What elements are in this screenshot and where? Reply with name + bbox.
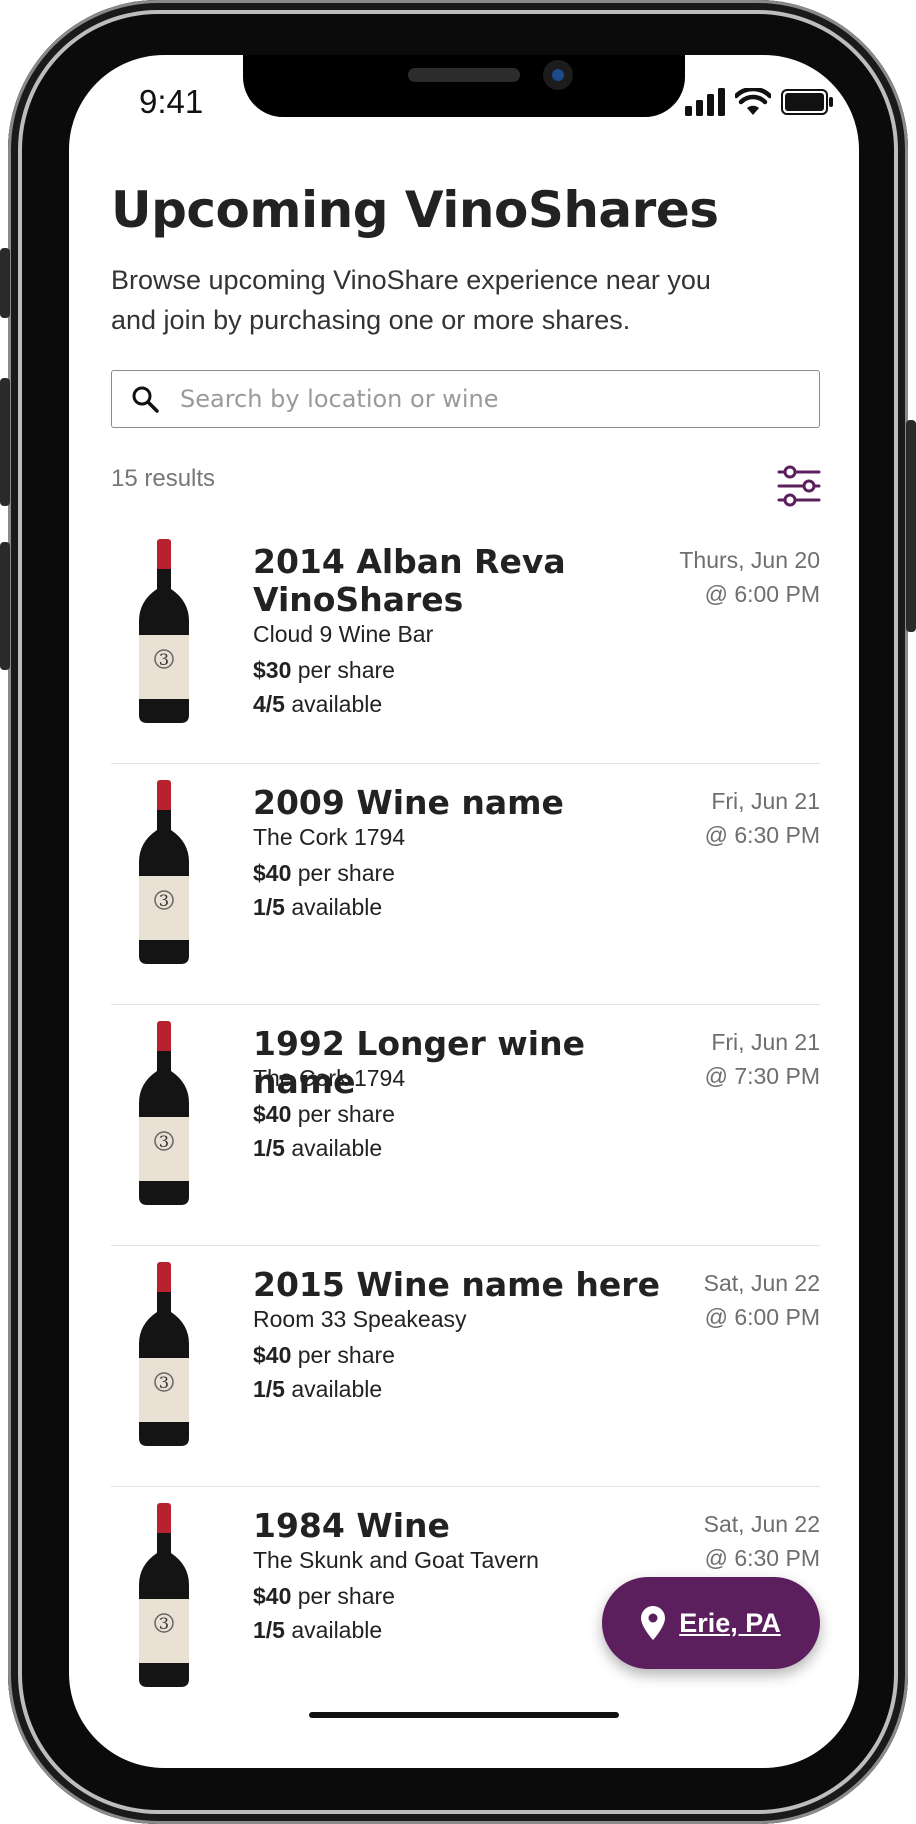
svg-text:3: 3: [159, 891, 169, 910]
available-count: 1/5: [253, 1376, 285, 1402]
price: $40: [253, 1583, 292, 1609]
svg-text:3: 3: [159, 650, 169, 669]
search-box[interactable]: [111, 370, 820, 428]
list-item[interactable]: 3 2009 Wine name The Cork 1794 $40 per s…: [111, 764, 820, 1005]
event-datetime: Thurs, Jun 20 @ 6:00 PM: [679, 543, 820, 611]
event-time: @ 6:00 PM: [704, 581, 820, 607]
event-date: Fri, Jun 21: [711, 788, 820, 814]
event-datetime: Fri, Jun 21 @ 6:30 PM: [705, 784, 820, 852]
available-count: 1/5: [253, 1617, 285, 1643]
camera: [543, 60, 573, 90]
location-label: Erie, PA: [679, 1607, 781, 1638]
filter-icon[interactable]: [777, 465, 821, 507]
notch: [243, 55, 685, 117]
home-indicator[interactable]: [309, 1712, 619, 1718]
price: $40: [253, 1101, 292, 1127]
results-count: 15 results: [111, 465, 216, 492]
wine-name: 2009 Wine name: [253, 783, 564, 822]
vinoshare-list: 3 2014 Alban Reva VinoShares Cloud 9 Win…: [111, 523, 820, 1728]
list-item[interactable]: 3 2014 Alban Reva VinoShares Cloud 9 Win…: [111, 523, 820, 764]
battery-icon: [781, 89, 833, 115]
event-date: Fri, Jun 21: [711, 1029, 820, 1055]
list-item[interactable]: 3 2015 Wine name here Room 33 Speakeasy …: [111, 1246, 820, 1487]
wifi-icon: [735, 88, 771, 115]
event-date: Sat, Jun 22: [703, 1511, 820, 1537]
wine-name: 2014 Alban Reva VinoShares: [253, 542, 566, 619]
price-suffix: per share: [297, 657, 395, 683]
event-datetime: Sat, Jun 22 @ 6:00 PM: [704, 1266, 820, 1334]
price-line: $40 per share: [253, 1583, 395, 1610]
available-suffix: available: [291, 691, 383, 717]
screen: 9:41 Upcoming VinoShares Browse upcoming…: [69, 55, 859, 1768]
location-button[interactable]: Erie, PA: [602, 1577, 820, 1669]
volume-down-button: [0, 542, 10, 670]
location-pin-icon: [641, 1606, 666, 1640]
page-subtitle: Browse upcoming VinoShare experience nea…: [111, 265, 711, 335]
venue: Room 33 Speakeasy: [253, 1306, 467, 1332]
power-button: [906, 420, 916, 632]
availability-line: 1/5 available: [253, 1376, 382, 1403]
venue: The Skunk and Goat Tavern: [253, 1547, 539, 1573]
price-line: $40 per share: [253, 1101, 395, 1128]
availability-line: 1/5 available: [253, 1135, 382, 1162]
svg-text:3: 3: [159, 1132, 169, 1151]
svg-text:3: 3: [159, 1373, 169, 1392]
status-icons: [685, 88, 833, 116]
status-time: 9:41: [139, 83, 204, 120]
search-icon: [132, 386, 159, 413]
available-count: 1/5: [253, 1135, 285, 1161]
price-line: $40 per share: [253, 1342, 395, 1369]
availability-line: 1/5 available: [253, 894, 382, 921]
price-suffix: per share: [297, 1583, 395, 1609]
available-count: 1/5: [253, 894, 285, 920]
event-time: @ 6:30 PM: [704, 1545, 820, 1571]
speaker: [408, 68, 520, 82]
venue: The Cork 1794: [253, 1065, 406, 1091]
signal-icon: [685, 88, 725, 116]
event-date: Thurs, Jun 20: [679, 547, 820, 573]
availability-line: 1/5 available: [253, 1617, 382, 1644]
price-line: $40 per share: [253, 860, 395, 887]
venue: The Cork 1794: [253, 824, 406, 850]
availability-line: 4/5 available: [253, 691, 382, 718]
available-suffix: available: [291, 1617, 383, 1643]
silent-switch: [0, 248, 10, 318]
price: $30: [253, 657, 292, 683]
volume-up-button: [0, 378, 10, 506]
wine-name: 1984 Wine: [253, 1506, 450, 1545]
event-datetime: Fri, Jun 21 @ 7:30 PM: [705, 1025, 820, 1093]
available-count: 4/5: [253, 691, 285, 717]
svg-text:3: 3: [159, 1614, 169, 1633]
wine-bottle-image: 3: [139, 1021, 189, 1205]
wine-bottle-image: 3: [139, 1262, 189, 1446]
price: $40: [253, 1342, 292, 1368]
available-suffix: available: [291, 894, 383, 920]
wine-name: 2015 Wine name here: [253, 1265, 660, 1304]
event-time: @ 7:30 PM: [704, 1063, 820, 1089]
price-line: $30 per share: [253, 657, 395, 684]
wine-bottle-image: 3: [139, 539, 189, 723]
venue: Cloud 9 Wine Bar: [253, 621, 434, 647]
phone-frame: 9:41 Upcoming VinoShares Browse upcoming…: [0, 0, 916, 1824]
page-title: Upcoming VinoShares: [111, 181, 719, 239]
price: $40: [253, 860, 292, 886]
event-time: @ 6:30 PM: [704, 822, 820, 848]
event-datetime: Sat, Jun 22 @ 6:30 PM: [704, 1507, 820, 1575]
event-time: @ 6:00 PM: [704, 1304, 820, 1330]
wine-bottle-image: 3: [139, 780, 189, 964]
search-input[interactable]: [178, 384, 819, 414]
price-suffix: per share: [297, 860, 395, 886]
price-suffix: per share: [297, 1342, 395, 1368]
price-suffix: per share: [297, 1101, 395, 1127]
event-date: Sat, Jun 22: [703, 1270, 820, 1296]
available-suffix: available: [291, 1376, 383, 1402]
wine-bottle-image: 3: [139, 1503, 189, 1687]
available-suffix: available: [291, 1135, 383, 1161]
list-item[interactable]: 3 1992 Longer wine name The Cork 1794 $4…: [111, 1005, 820, 1246]
